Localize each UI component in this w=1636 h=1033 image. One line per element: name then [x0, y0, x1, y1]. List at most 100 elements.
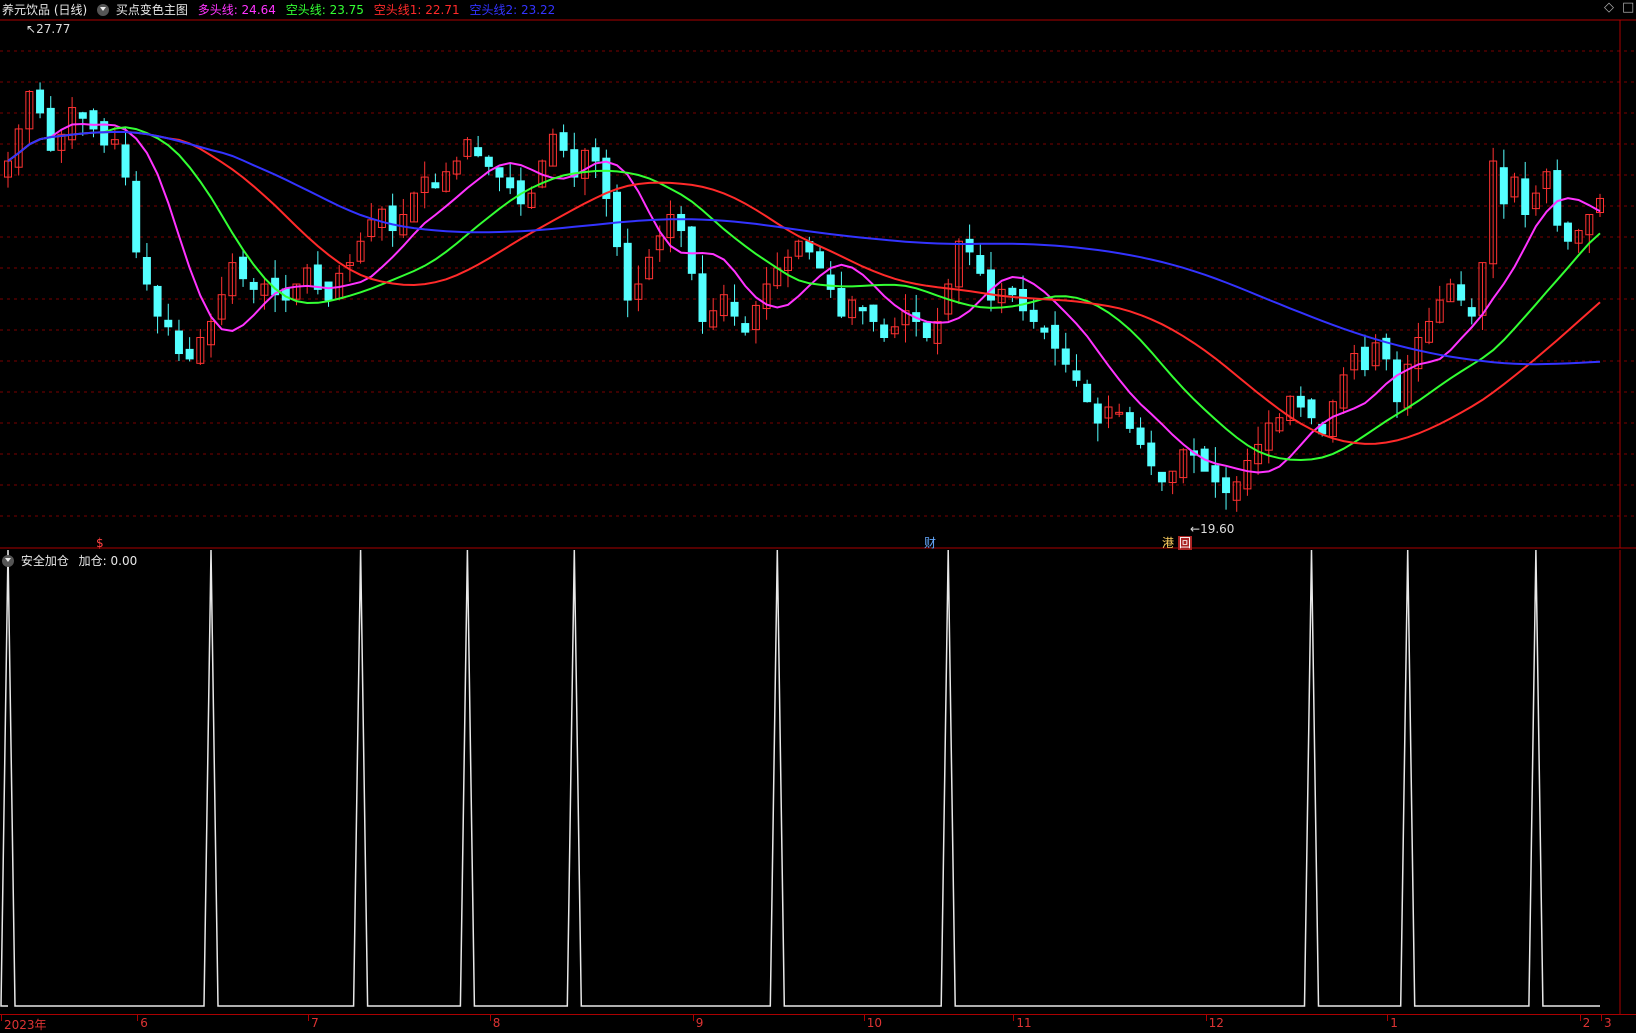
candle-body — [132, 180, 141, 253]
candle-body — [388, 205, 397, 232]
candle-body — [164, 319, 173, 328]
candle-body — [1521, 178, 1530, 216]
candle-body — [1040, 327, 1049, 333]
candle-body — [1296, 395, 1305, 408]
bear-line — [7, 126, 1601, 462]
date-tick: 10 — [863, 1015, 883, 1030]
candle-body — [559, 132, 568, 151]
candle-body — [976, 255, 985, 274]
date-tick: 2023年 — [1, 1015, 47, 1032]
candle-body — [1008, 287, 1017, 296]
candle-body — [1072, 370, 1081, 381]
candle-body — [698, 273, 707, 322]
candle-body — [1093, 403, 1102, 424]
candle-body — [858, 307, 867, 312]
indicator-bear-line: 空头线: 23.75 — [285, 3, 364, 17]
date-tick: 8 — [489, 1015, 501, 1030]
candle-body — [1029, 309, 1038, 322]
candle-body — [869, 304, 878, 322]
candle-body — [174, 330, 183, 355]
date-axis: 2023年 6 7 8 9 10 11 12 1 2 3 — [0, 1014, 1636, 1033]
candle-body — [506, 177, 515, 189]
indicator-name[interactable]: 买点变色主图 — [116, 3, 188, 17]
candle-body — [1553, 170, 1562, 226]
candle-body — [1222, 477, 1231, 494]
candle-body — [1147, 442, 1156, 467]
candle-body — [1563, 222, 1572, 242]
candle-body — [249, 281, 258, 290]
candle-body — [1157, 471, 1166, 483]
candle-body — [1499, 167, 1508, 205]
date-tick: 12 — [1205, 1015, 1224, 1030]
candle-body — [324, 281, 333, 301]
candle-body — [1307, 399, 1316, 419]
main-chart-header: 养元饮品 (日线) 买点变色主图 多头线: 24.64 空头线: 23.75 空… — [2, 1, 561, 19]
candle-body — [826, 274, 835, 290]
bull-line — [7, 122, 1601, 474]
high-price-value: 27.77 — [36, 22, 71, 36]
indicator-bull-line: 多头线: 24.64 — [197, 3, 276, 17]
candle-body — [965, 238, 974, 253]
candle-body — [677, 213, 686, 232]
high-price-label: ↖27.77 — [26, 22, 71, 36]
candle-body — [1125, 412, 1134, 429]
panel-controls: ◇ □ — [1596, 0, 1636, 20]
candle-body — [185, 348, 194, 360]
date-tick: 3 — [1601, 1015, 1612, 1030]
candle-body — [1392, 359, 1401, 403]
candle-body — [1051, 324, 1060, 349]
diamond-icon[interactable]: ◇ — [1604, 0, 1614, 15]
bear-line-1 — [7, 130, 1601, 445]
event-marker-back[interactable]: 回 — [1178, 536, 1193, 550]
sub-indicator-value: 加仓: 0.00 — [78, 554, 138, 568]
candle-body — [313, 264, 322, 290]
candle-body — [1211, 465, 1220, 483]
candle-body — [1083, 383, 1092, 403]
event-marker-dollar[interactable]: $ — [96, 536, 104, 550]
chevron-down-icon[interactable] — [2, 555, 14, 567]
candle-body — [121, 144, 130, 178]
candle-body — [613, 191, 622, 248]
candle-body — [153, 285, 162, 317]
candle-body — [880, 324, 889, 338]
candle-body — [591, 147, 600, 162]
candle-body — [431, 182, 440, 189]
event-marker-finance[interactable]: 财 — [924, 536, 936, 550]
sub-indicator-chart[interactable] — [0, 550, 1636, 1014]
main-price-chart[interactable] — [0, 0, 1636, 550]
date-tick: 6 — [137, 1015, 148, 1030]
square-icon[interactable]: □ — [1622, 0, 1634, 15]
candle-body — [730, 301, 739, 317]
indicator-bear-line-2: 空头线2: 23.22 — [469, 3, 556, 17]
low-price-value: 19.60 — [1200, 522, 1235, 536]
sub-chart-header: 安全加仓 加仓: 0.00 — [2, 552, 137, 570]
candle-body — [837, 288, 846, 317]
candle-body — [741, 323, 750, 333]
candle-body — [142, 256, 151, 285]
date-tick: 1 — [1387, 1015, 1398, 1030]
add-position-line — [0, 550, 1600, 1007]
sub-indicator-title[interactable]: 安全加仓 — [21, 554, 69, 568]
bear-line-2 — [7, 130, 1601, 366]
event-marker-hk[interactable]: 港 — [1162, 536, 1174, 550]
candle-body — [239, 256, 248, 280]
candle-body — [816, 251, 825, 269]
date-tick: 11 — [1013, 1015, 1032, 1030]
candle-body — [89, 110, 98, 130]
date-tick: 7 — [308, 1015, 319, 1030]
date-tick: 9 — [692, 1015, 704, 1030]
candle-body — [687, 226, 696, 274]
candle-body — [484, 156, 493, 167]
chevron-down-icon[interactable] — [97, 4, 110, 16]
low-price-label: ←19.60 — [1190, 522, 1235, 536]
candle-body — [1136, 427, 1145, 445]
candle-body — [1061, 348, 1070, 365]
candle-body — [1457, 284, 1466, 301]
date-tick: 2 — [1579, 1015, 1591, 1030]
candle-body — [623, 242, 632, 301]
candle-body — [1360, 346, 1369, 371]
stock-title[interactable]: 养元饮品 (日线) — [2, 3, 87, 17]
candle-body — [495, 167, 504, 178]
candle-body — [1467, 307, 1476, 317]
candle-body — [474, 147, 483, 157]
